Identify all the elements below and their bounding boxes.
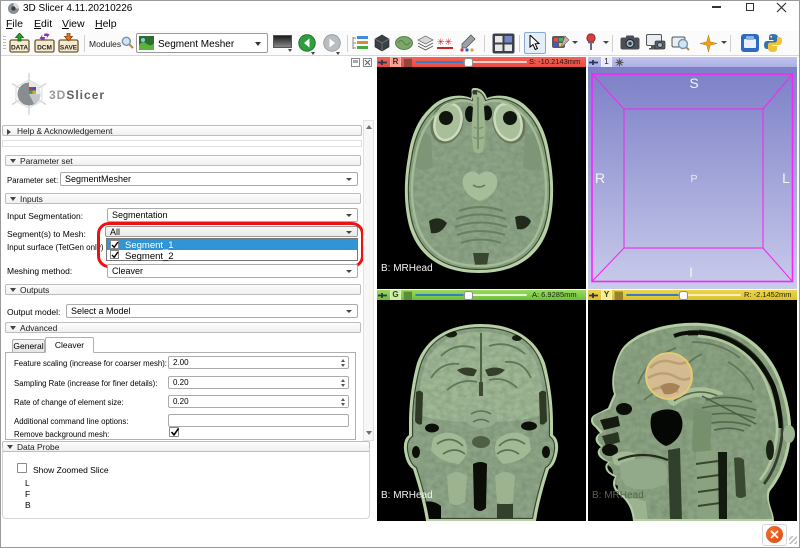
svg-text:SAVE: SAVE <box>60 45 78 52</box>
svg-text:3DSlicer: 3DSlicer <box>49 88 105 102</box>
svg-text:DCM: DCM <box>37 45 52 52</box>
svg-text:L: L <box>782 170 790 186</box>
svg-text:DATA: DATA <box>11 45 28 52</box>
svg-text:R: R <box>595 170 605 186</box>
svg-text:S: S <box>689 75 698 91</box>
svg-text:I: I <box>689 264 693 280</box>
svg-text:P: P <box>690 173 697 185</box>
